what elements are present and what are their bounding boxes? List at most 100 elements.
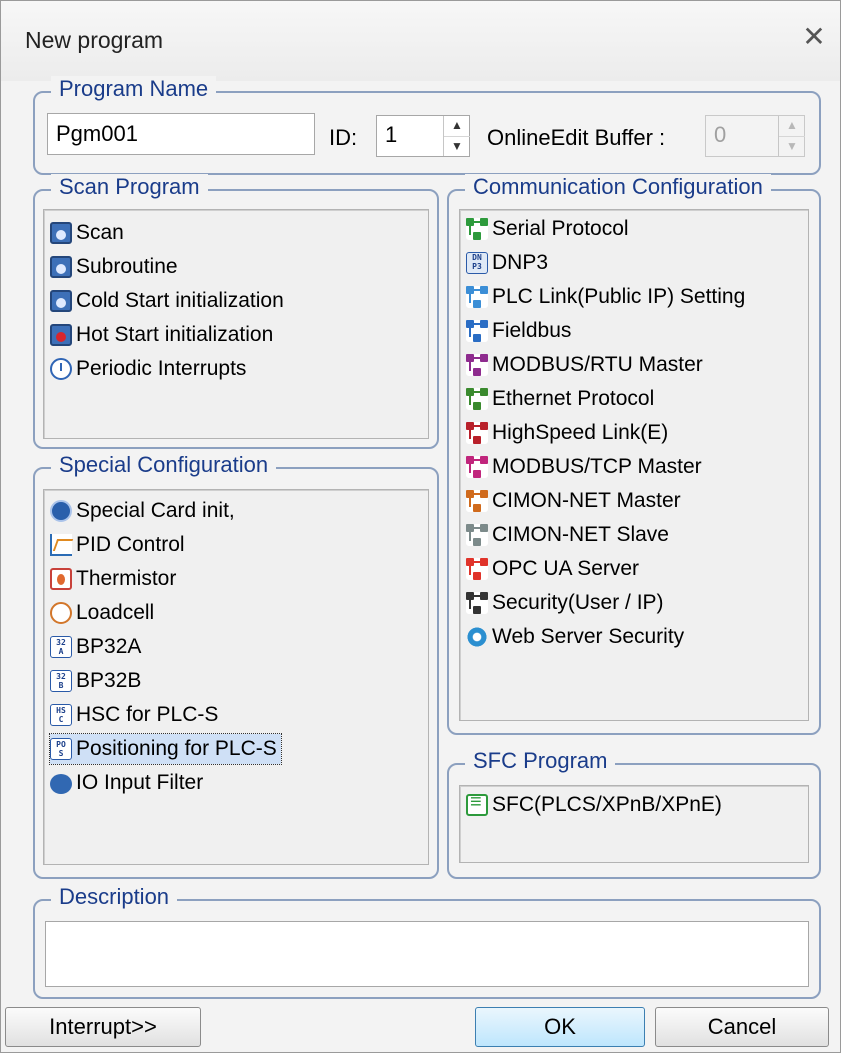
list-item-subroutine[interactable]: Subroutine [50, 252, 182, 282]
list-item-periodic-interrupts[interactable]: Periodic Interrupts [50, 354, 250, 384]
special-card-icon [50, 500, 72, 522]
thermistor-icon [50, 568, 72, 590]
ethernet-icon [466, 388, 488, 410]
online-edit-buffer-value: 0 [714, 122, 727, 147]
sfc-program-list[interactable]: SFC(PLCS/XPnB/XPnE) [459, 785, 809, 863]
list-item-modbus-rtu-master[interactable]: MODBUS/RTU Master [466, 350, 707, 380]
item-label: PLC Link(Public IP) Setting [492, 285, 746, 308]
hot-start-icon [50, 324, 72, 346]
title-bar: New program ✕ [1, 1, 840, 81]
positioning-icon: PO S [50, 738, 72, 760]
list-item-opc-ua-server[interactable]: OPC UA Server [466, 554, 643, 584]
list-item-cimon-net-master[interactable]: CIMON-NET Master [466, 486, 685, 516]
window-title: New program [25, 27, 164, 53]
item-label: OPC UA Server [492, 557, 640, 580]
id-spinner[interactable]: 1 ▲ ▼ [376, 115, 470, 157]
list-item-hsc[interactable]: HS C HSC for PLC-S [50, 700, 222, 730]
communication-configuration-group-title: Communication Configuration [465, 174, 771, 200]
list-item-security[interactable]: Security(User / IP) [466, 588, 668, 618]
list-item-thermistor[interactable]: Thermistor [50, 564, 180, 594]
list-item-plc-link[interactable]: PLC Link(Public IP) Setting [466, 282, 749, 312]
item-label: IO Input Filter [76, 771, 204, 794]
id-value: 1 [385, 122, 398, 147]
bp32a-icon: 32 A [50, 636, 72, 658]
new-program-dialog: New program ✕ Program Name ID: 1 ▲ ▼ Onl… [0, 0, 841, 1053]
list-item-cimon-net-slave[interactable]: CIMON-NET Slave [466, 520, 673, 550]
cimon-net-slave-icon [466, 524, 488, 546]
bp32b-icon: 32 B [50, 670, 72, 692]
dnp3-icon: DN P3 [466, 252, 488, 274]
id-spin-down-icon[interactable]: ▼ [444, 136, 470, 156]
list-item-scan[interactable]: Scan [50, 218, 128, 248]
item-label: Ethernet Protocol [492, 387, 655, 410]
id-spin-up-icon[interactable]: ▲ [444, 116, 470, 136]
list-item-pid-control[interactable]: PID Control [50, 530, 189, 560]
close-icon[interactable]: ✕ [798, 21, 830, 53]
item-label: Serial Protocol [492, 217, 629, 240]
list-item-positioning[interactable]: PO S Positioning for PLC-S [49, 733, 282, 765]
list-item-hot-start[interactable]: Hot Start initialization [50, 320, 277, 350]
list-item-highspeed-link[interactable]: HighSpeed Link(E) [466, 418, 672, 448]
description-input[interactable] [45, 921, 809, 987]
item-label: MODBUS/RTU Master [492, 353, 703, 376]
online-edit-spin-up-icon: ▲ [786, 118, 798, 132]
cold-start-icon [50, 290, 72, 312]
item-label: MODBUS/TCP Master [492, 455, 702, 478]
interrupt-button[interactable]: Interrupt>> [5, 1007, 201, 1047]
list-item-bp32a[interactable]: 32 A BP32A [50, 632, 145, 662]
ok-button[interactable]: OK [475, 1007, 645, 1047]
list-item-ethernet-protocol[interactable]: Ethernet Protocol [466, 384, 658, 414]
list-item-web-server-security[interactable]: Web Server Security [466, 622, 688, 652]
item-label: CIMON-NET Master [492, 489, 681, 512]
cancel-button[interactable]: Cancel [655, 1007, 829, 1047]
program-name-input[interactable] [47, 113, 315, 155]
list-item-special-card-init[interactable]: Special Card init, [50, 496, 239, 526]
loadcell-icon [50, 602, 72, 624]
communication-configuration-list[interactable]: Serial Protocol DN P3 DNP3 PLC Link(Public… [459, 209, 809, 721]
list-item-modbus-tcp-master[interactable]: MODBUS/TCP Master [466, 452, 706, 482]
item-label: SFC(PLCS/XPnB/XPnE) [492, 793, 722, 816]
list-item-serial-protocol[interactable]: Serial Protocol [466, 214, 633, 244]
item-label: Subroutine [76, 255, 178, 278]
special-configuration-group-title: Special Configuration [51, 452, 277, 478]
plc-link-icon [466, 286, 488, 308]
scan-program-list[interactable]: Scan Subroutine Cold Start initializatio… [43, 209, 429, 439]
list-item-cold-start[interactable]: Cold Start initialization [50, 286, 288, 316]
hsc-icon: HS C [50, 704, 72, 726]
item-label: BP32B [76, 669, 142, 692]
program-name-group-title: Program Name [51, 76, 217, 102]
security-icon [466, 592, 488, 614]
opc-ua-icon [466, 558, 488, 580]
modbus-tcp-icon [466, 456, 488, 478]
list-item-bp32b[interactable]: 32 B BP32B [50, 666, 145, 696]
item-label: HighSpeed Link(E) [492, 421, 669, 444]
description-group-title: Description [51, 884, 178, 910]
scan-icon [50, 222, 72, 244]
list-item-dnp3[interactable]: DN P3 DNP3 [466, 248, 552, 278]
list-item-fieldbus[interactable]: Fieldbus [466, 316, 575, 346]
special-configuration-list[interactable]: Special Card init, PID Control Thermisto… [43, 489, 429, 865]
web-server-gear-icon [466, 626, 488, 648]
item-label: Fieldbus [492, 319, 572, 342]
serial-protocol-icon [466, 218, 488, 240]
sfc-icon [466, 791, 488, 816]
item-label: Loadcell [76, 601, 155, 624]
item-label: Scan [76, 221, 124, 244]
online-edit-spin-down-icon: ▼ [779, 136, 805, 156]
item-label: PID Control [76, 533, 185, 556]
subroutine-icon [50, 256, 72, 278]
id-label: ID: [329, 125, 358, 150]
online-edit-buffer-spinner: 0 ▲ ▼ [705, 115, 805, 157]
item-label: Hot Start initialization [76, 323, 274, 346]
list-item-loadcell[interactable]: Loadcell [50, 598, 158, 628]
list-item-sfc[interactable]: SFC(PLCS/XPnB/XPnE) [466, 790, 726, 820]
list-item-io-input-filter[interactable]: IO Input Filter [50, 768, 207, 798]
pid-icon [50, 534, 72, 556]
item-label: BP32A [76, 635, 142, 658]
cimon-net-master-icon [466, 490, 488, 512]
item-label: HSC for PLC-S [76, 703, 219, 726]
item-label: Positioning for PLC-S [76, 737, 277, 760]
modbus-rtu-icon [466, 354, 488, 376]
item-label: DNP3 [492, 251, 549, 274]
highspeed-link-icon [466, 422, 488, 444]
